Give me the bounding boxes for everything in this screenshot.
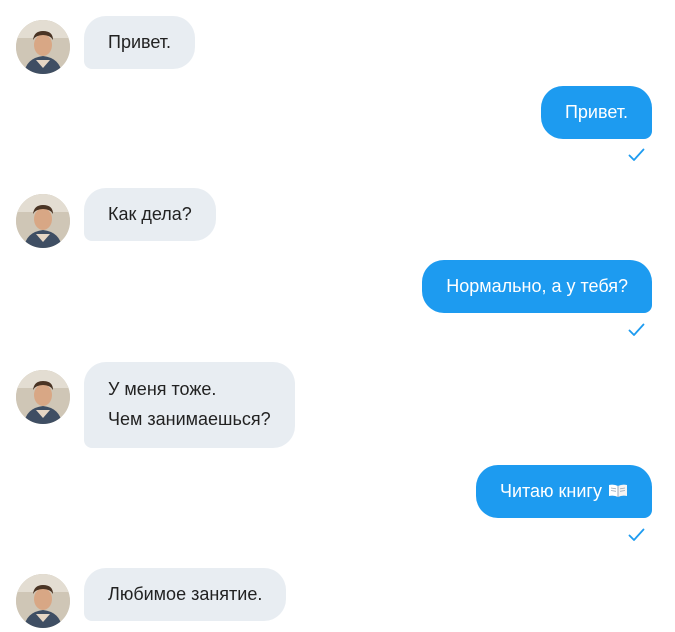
open-book-icon (609, 484, 627, 498)
check-icon (628, 528, 645, 541)
message-bubble[interactable]: Любимое занятие. (84, 568, 287, 621)
message-bubble[interactable]: Нормально, а у тебя? (422, 260, 652, 313)
chat-thread: Привет. Привет. Как дела? Нормально, а у… (0, 0, 675, 632)
avatar[interactable] (16, 20, 70, 74)
avatar[interactable] (16, 370, 70, 424)
check-icon (628, 148, 645, 161)
avatar-image (16, 574, 70, 628)
avatar-image (16, 194, 70, 248)
avatar[interactable] (16, 574, 70, 628)
message-bubble[interactable]: Привет. (84, 16, 196, 69)
avatar[interactable] (16, 194, 70, 248)
message-bubble[interactable]: Читаю книгу (475, 465, 652, 518)
avatar-image (16, 370, 70, 424)
message-text: Нормально, а у тебя? (446, 276, 628, 296)
message-text: Привет. (564, 102, 628, 122)
avatar-image (16, 20, 70, 74)
message-text-line: У меня тоже. (108, 379, 217, 399)
message-text: Любимое занятие. (108, 584, 263, 604)
message-text: Привет. (108, 32, 172, 52)
message-bubble[interactable]: Как дела? (84, 188, 216, 241)
message-text: Как дела? (108, 204, 192, 224)
message-bubble[interactable]: У меня тоже. Чем занимаешься? (84, 362, 295, 448)
message-text-line: Чем занимаешься? (108, 409, 271, 429)
check-icon (628, 323, 645, 336)
message-text: Читаю книгу (499, 481, 602, 501)
message-bubble[interactable]: Привет. (540, 86, 652, 139)
